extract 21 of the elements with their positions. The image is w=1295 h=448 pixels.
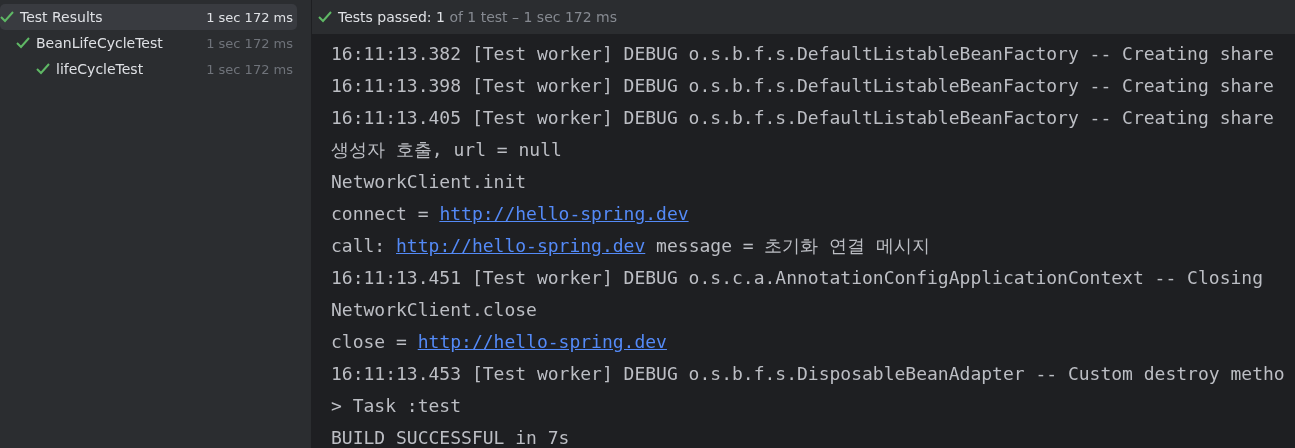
console-line: NetworkClient.init: [331, 171, 527, 192]
url-link[interactable]: http://hello-spring.dev: [396, 235, 646, 256]
console-line: 16:11:13.398 [Test worker] DEBUG o.s.b.f.s.DefaultListableBeanFactory -- Creating share: [331, 75, 1274, 96]
url-link[interactable]: http://hello-spring.dev: [417, 331, 667, 352]
console-line: 16:11:13.451 [Test worker] DEBUG o.s.c.a.AnnotationConfigApplicationContext -- Closing: [331, 267, 1263, 288]
console-text: connect =: [331, 203, 430, 224]
console-line: 16:11:13.405 [Test worker] DEBUG o.s.b.f.s.DefaultListableBeanFactory -- Creating share: [331, 107, 1274, 128]
tree-item[interactable]: BeanLifeCycleTest 1 sec 172 ms: [0, 30, 297, 56]
console-line: 16:11:13.453 [Test worker] DEBUG o.s.b.f.s.DisposableBeanAdapter -- Custom destroy metho: [331, 363, 1285, 384]
console-text: close =: [331, 331, 408, 352]
console-line: BUILD SUCCESSFUL in 7s: [331, 427, 570, 448]
console-text: message = 초기화 연결 메시지: [655, 235, 931, 256]
console-line: NetworkClient.close: [331, 299, 537, 320]
tree-item[interactable]: Test Results 1 sec 172 ms: [0, 4, 297, 30]
console-line: > Task :test: [331, 395, 462, 416]
console-line: 16:11:13.382 [Test worker] DEBUG o.s.b.f.s.DefaultListableBeanFactory -- Creating share: [331, 43, 1274, 64]
url-link[interactable]: http://hello-spring.dev: [439, 203, 689, 224]
tree-item[interactable]: lifeCycleTest 1 sec 172 ms: [0, 56, 297, 82]
console-line: 생성자 호출, url = null: [331, 139, 562, 160]
console-text: call:: [331, 235, 387, 256]
status-text: Tests passed: 1 of 1 test – 1 sec 172 ms: [338, 9, 617, 25]
